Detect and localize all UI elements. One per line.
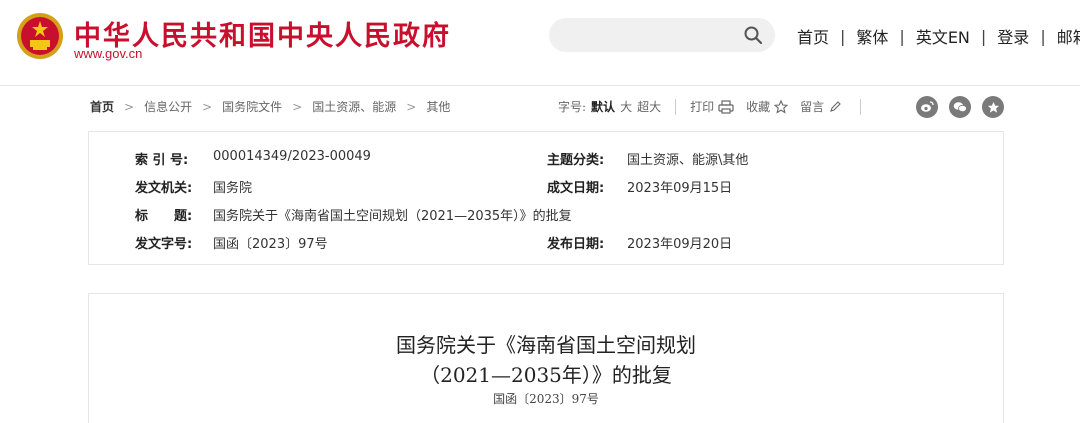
breadcrumb-state-council-docs[interactable]: 国务院文件 [222,98,282,115]
index-no-label: 索 引 号: [135,153,189,168]
nav-login[interactable]: 登录 [997,24,1029,48]
breadcrumb-arrow: > [202,99,213,114]
wechat-icon[interactable] [949,96,971,118]
info-issuer: 发文机关: 国务院 [135,177,252,196]
breadcrumb-info-public[interactable]: 信息公开 [144,98,192,115]
page-tools: 字号: 默认 大 超大 打印 收藏 留言 [558,98,862,115]
font-size-default[interactable]: 默认 [591,98,615,115]
comment-button[interactable]: 留言 [800,98,842,115]
index-no-value: 000014349/2023-00049 [213,149,371,164]
date-written-value: 2023年09月15日 [627,181,733,196]
font-size-large[interactable]: 大 [620,98,632,115]
breadcrumb-arrow: > [406,99,417,114]
nav-home[interactable]: 首页 [797,24,829,48]
doc-no-value: 国函〔2023〕97号 [213,237,328,252]
document-number: 国函〔2023〕97号 [493,392,599,406]
breadcrumb: 首页 > 信息公开 > 国务院文件 > 国土资源、能源 > 其他 [90,98,450,115]
national-emblem-icon[interactable] [16,12,64,60]
breadcrumb-other[interactable]: 其他 [426,98,450,115]
breadcrumb-home[interactable]: 首页 [90,98,114,115]
nav-mail[interactable]: 邮箱 [1057,24,1080,48]
date-published-value: 2023年09月20日 [627,237,733,252]
date-published-label: 发布日期: [547,237,605,252]
site-url[interactable]: www.gov.cn [74,46,142,61]
social-share [916,96,1015,118]
star-icon[interactable] [982,96,1004,118]
info-category: 主题分类: 国土资源、能源\其他 [547,149,748,168]
tools-divider [860,98,862,115]
nav-separator: | [1040,26,1046,46]
category-value: 国土资源、能源\其他 [627,153,749,168]
nav-separator: | [840,26,846,46]
breadcrumb-arrow: > [124,99,135,114]
top-nav: 首页 | 繁体 | 英文EN | 登录 | 邮箱 [797,24,1080,48]
category-label: 主题分类: [547,153,605,168]
info-doc-no: 发文字号: 国函〔2023〕97号 [135,233,328,252]
pencil-icon [830,100,841,112]
doc-no-label: 发文字号: [135,237,193,252]
issuer-value: 国务院 [213,181,253,196]
issuer-label: 发文机关: [135,181,193,196]
tools-divider [675,98,677,115]
search-icon[interactable] [743,25,763,45]
nav-english[interactable]: 英文EN [916,24,970,48]
info-date-written: 成文日期: 2023年09月15日 [547,177,732,196]
print-button[interactable]: 打印 [690,98,734,115]
favorite-button[interactable]: 收藏 [746,98,789,115]
favorite-label: 收藏 [746,100,771,114]
font-size-label: 字号: [558,100,587,114]
weibo-icon[interactable] [916,96,938,118]
nav-separator: | [899,26,905,46]
breadcrumb-land-energy[interactable]: 国土资源、能源 [312,98,396,115]
info-index-no: 索 引 号: 000014349/2023-00049 [135,149,371,168]
title-label: 标 题: [135,209,193,224]
printer-icon [718,99,734,114]
search-input[interactable] [549,18,775,52]
nav-traditional[interactable]: 繁体 [856,24,888,48]
font-size-xlarge[interactable]: 超大 [637,98,661,115]
nav-separator: | [980,26,987,46]
comment-label: 留言 [800,100,825,114]
site-header: 中华人民共和国中央人民政府 www.gov.cn 首页 | 繁体 | 英文EN … [0,0,1080,86]
document-title: 国务院关于《海南省国土空间规划 （2021—2035年）》的批复 [0,330,1080,390]
info-title: 标 题: 国务院关于《海南省国土空间规划（2021—2035年）》的批复 [135,205,572,224]
document-title-line2: （2021—2035年）》的批复 [420,363,672,387]
breadcrumb-arrow: > [292,99,303,114]
print-label: 打印 [690,100,715,114]
star-outline-icon [774,99,789,114]
info-date-published: 发布日期: 2023年09月20日 [547,233,732,252]
title-value: 国务院关于《海南省国土空间规划（2021—2035年）》的批复 [213,209,572,224]
date-written-label: 成文日期: [547,181,605,196]
document-title-line1: 国务院关于《海南省国土空间规划 [396,333,696,357]
